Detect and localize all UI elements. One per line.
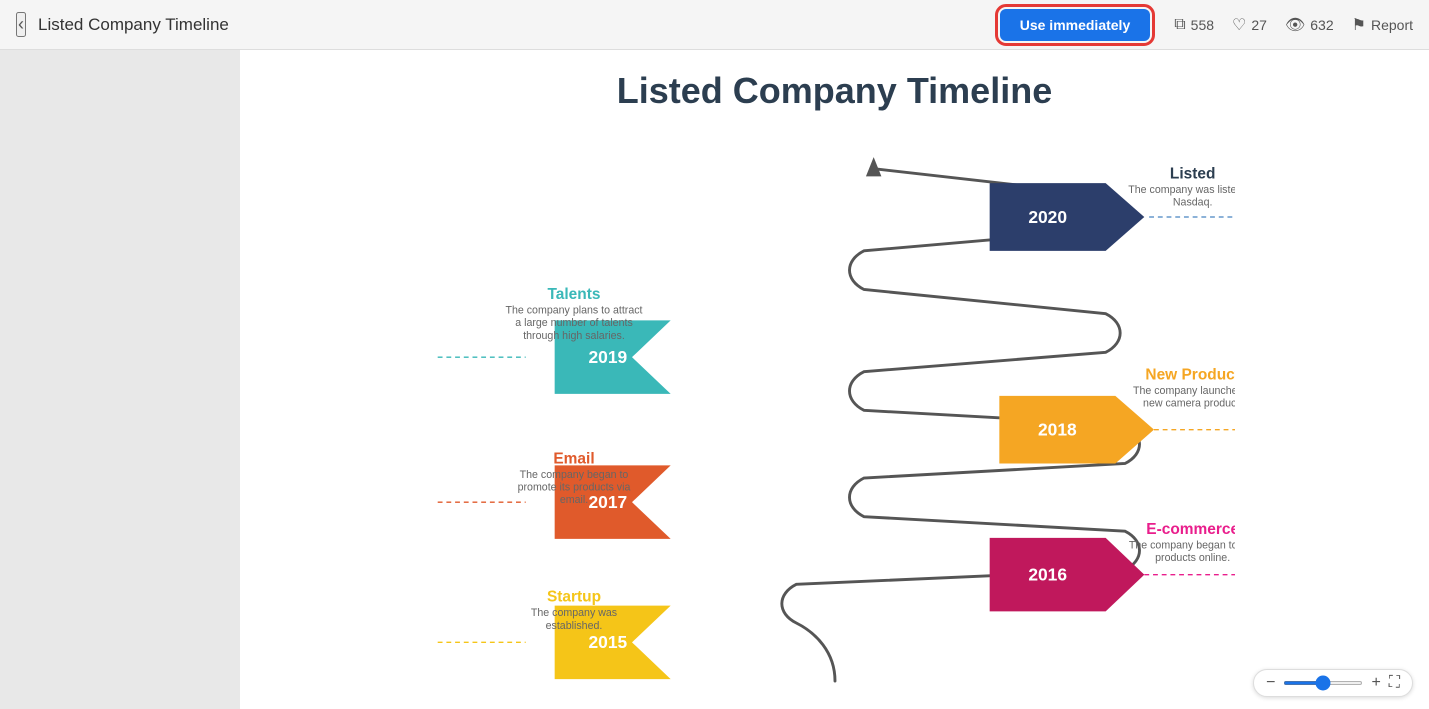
use-immediately-button[interactable]: Use immediately	[1000, 9, 1151, 41]
sidebar	[0, 50, 240, 709]
svg-text:products online.: products online.	[1155, 552, 1230, 564]
svg-text:The company launched a: The company launched a	[1133, 384, 1235, 396]
copies-stat: ⧉ 558	[1174, 16, 1214, 34]
main-content: Listed Company Timeline 2020 2019	[240, 50, 1429, 709]
svg-text:The company was listed on: The company was listed on	[1128, 183, 1235, 195]
page-title: Listed Company Timeline	[38, 15, 1000, 35]
header-stats: ⧉ 558 ♡ 27 👁 632 ⚑ Report	[1174, 15, 1413, 35]
svg-text:2018: 2018	[1037, 419, 1076, 439]
svg-text:2017: 2017	[588, 491, 627, 511]
likes-count: 27	[1251, 17, 1267, 33]
back-button[interactable]: ‹	[16, 12, 26, 37]
timeline-diagram: Listed Company Timeline 2020 2019	[435, 70, 1235, 690]
svg-text:Listed: Listed	[1169, 165, 1215, 182]
svg-text:established.: established.	[545, 619, 602, 631]
likes-stat: ♡ 27	[1232, 15, 1267, 35]
svg-text:The company began to: The company began to	[519, 469, 628, 481]
diagram-title: Listed Company Timeline	[435, 70, 1235, 112]
svg-text:Talents: Talents	[547, 286, 600, 303]
svg-text:through high salaries.: through high salaries.	[523, 329, 625, 341]
svg-text:new camera product.: new camera product.	[1143, 397, 1235, 409]
heart-icon: ♡	[1232, 15, 1246, 35]
zoom-slider[interactable]	[1283, 681, 1363, 685]
svg-text:2019: 2019	[588, 346, 627, 366]
svg-text:email.: email.	[559, 494, 587, 506]
header: ‹ Listed Company Timeline Use immediatel…	[0, 0, 1429, 50]
views-stat: 👁 632	[1285, 15, 1334, 35]
svg-text:E-commerce: E-commerce	[1146, 521, 1235, 538]
report-stat[interactable]: ⚑ Report	[1352, 15, 1413, 35]
views-count: 632	[1310, 17, 1333, 33]
svg-text:New Product: New Product	[1145, 366, 1235, 383]
svg-text:Email: Email	[553, 450, 594, 467]
fullscreen-button[interactable]: ⛶	[1389, 674, 1400, 692]
svg-text:promote its products via: promote its products via	[517, 481, 630, 493]
flag-icon: ⚑	[1352, 15, 1366, 35]
zoom-plus-button[interactable]: +	[1371, 674, 1380, 692]
bottom-toolbar: − + ⛶	[1253, 669, 1413, 697]
svg-text:Nasdaq.: Nasdaq.	[1172, 196, 1212, 208]
svg-text:The company plans to attract: The company plans to attract	[505, 304, 642, 316]
zoom-minus-button[interactable]: −	[1266, 674, 1275, 692]
svg-text:2020: 2020	[1028, 206, 1067, 226]
svg-text:The company began to sell: The company began to sell	[1128, 539, 1234, 551]
svg-text:Startup: Startup	[546, 588, 600, 605]
report-label: Report	[1371, 17, 1413, 33]
canvas-area: Listed Company Timeline 2020 2019	[240, 50, 1429, 709]
svg-text:2015: 2015	[588, 632, 627, 652]
copies-count: 558	[1191, 17, 1214, 33]
svg-text:The company was: The company was	[530, 607, 616, 619]
copy-icon: ⧉	[1174, 16, 1185, 34]
svg-text:a large number of talents: a large number of talents	[515, 317, 633, 329]
svg-text:2016: 2016	[1028, 564, 1067, 584]
eye-icon: 👁	[1285, 15, 1305, 35]
